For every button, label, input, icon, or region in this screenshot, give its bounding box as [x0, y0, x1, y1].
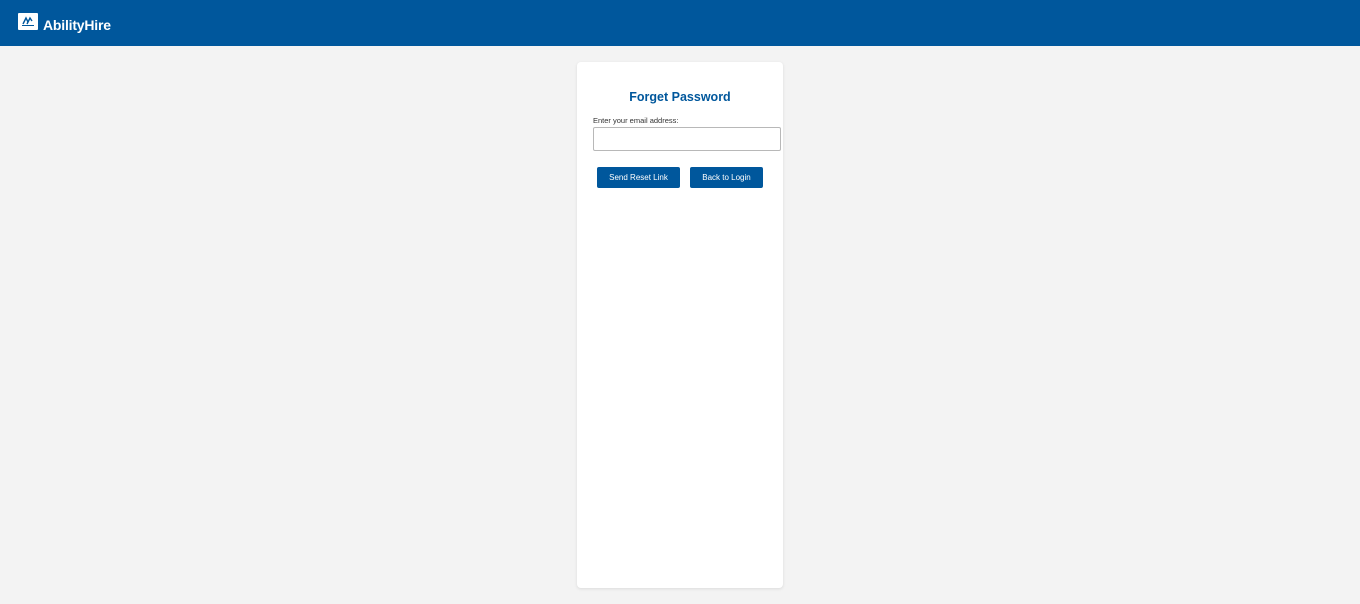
brand-name: AbilityHire	[43, 16, 111, 33]
ability-logo-icon	[18, 12, 38, 30]
forget-password-card: Forget Password Enter your email address…	[577, 62, 783, 588]
send-reset-link-button[interactable]: Send Reset Link	[597, 167, 680, 188]
top-navigation-bar: AbilityHire	[0, 0, 1360, 46]
email-field[interactable]	[593, 127, 781, 151]
page-title: Forget Password	[629, 90, 731, 104]
back-to-login-button[interactable]: Back to Login	[690, 167, 763, 188]
email-label: Enter your email address:	[593, 116, 679, 125]
brand[interactable]: AbilityHire	[18, 10, 111, 33]
